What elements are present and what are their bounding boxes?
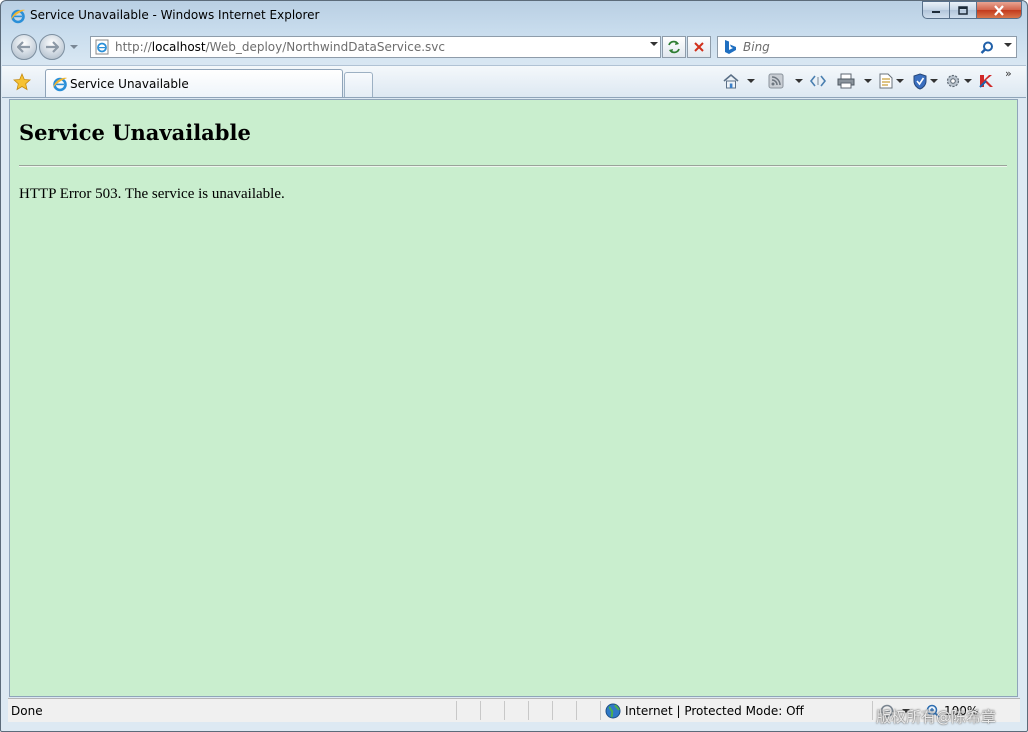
page-menu-button[interactable] (878, 72, 904, 90)
close-button[interactable] (976, 1, 1022, 19)
close-icon (994, 4, 1004, 16)
feeds-button[interactable] (768, 72, 803, 90)
page-icon (94, 39, 110, 55)
bing-logo-icon (722, 39, 738, 55)
ie-page-icon (52, 76, 68, 92)
search-button[interactable] (980, 40, 994, 59)
status-divider (528, 701, 529, 720)
print-icon (837, 73, 855, 89)
page-title: Service Unavailable (19, 120, 251, 145)
home-icon (723, 73, 739, 89)
chevron-down-icon (795, 79, 803, 83)
maximize-button[interactable] (949, 1, 976, 19)
tab-bar: Service Unavailable » (2, 65, 1026, 98)
back-button[interactable] (11, 34, 37, 60)
web-slice-icon (809, 75, 827, 87)
maximize-icon (958, 5, 968, 15)
url-host: localhost (151, 40, 206, 54)
forward-button[interactable] (39, 34, 65, 60)
chevron-down-icon (896, 79, 904, 83)
tools-menu-button[interactable] (944, 72, 972, 90)
browser-window: Service Unavailable - Windows Internet E… (0, 0, 1028, 732)
favorites-star-icon (13, 72, 31, 91)
recent-pages-button[interactable] (69, 42, 79, 52)
error-message: HTTP Error 503. The service is unavailab… (19, 186, 285, 202)
minimize-icon (932, 11, 940, 13)
web-slice-button[interactable] (809, 72, 827, 90)
chevron-down-icon (1004, 43, 1012, 47)
status-text: Done (11, 704, 43, 718)
page-content: Service Unavailable HTTP Error 503. The … (9, 99, 1018, 697)
stop-button[interactable] (687, 36, 711, 58)
home-button[interactable] (722, 72, 755, 90)
status-bar: Done Internet | Protected Mode: Off 100% (8, 698, 1020, 722)
status-divider (872, 701, 873, 720)
ie-logo-icon (10, 8, 26, 24)
print-button[interactable] (837, 72, 872, 90)
window-title: Service Unavailable - Windows Internet E… (30, 8, 320, 22)
page-icon (879, 73, 893, 89)
navigation-bar: http://localhost/Web_deploy/NorthwindDat… (1, 32, 1027, 64)
status-divider (504, 701, 505, 720)
status-divider (600, 701, 601, 720)
chevron-down-icon (650, 42, 658, 46)
search-icon (980, 41, 993, 54)
tab-service-unavailable[interactable]: Service Unavailable (45, 69, 343, 97)
safety-shield-icon (913, 72, 927, 90)
title-bar[interactable]: Service Unavailable - Windows Internet E… (1, 1, 1027, 31)
horizontal-rule (19, 165, 1007, 167)
more-commands-icon[interactable]: » (1005, 67, 1012, 80)
status-divider (456, 701, 457, 720)
search-input[interactable]: Bing (743, 40, 770, 54)
search-options-button[interactable] (1004, 43, 1012, 47)
window-controls (922, 1, 1022, 20)
minimize-button[interactable] (922, 1, 949, 19)
status-divider (576, 701, 577, 720)
internet-globe-icon (605, 703, 621, 719)
chevron-down-icon (70, 45, 78, 49)
url-path: /Web_deploy/NorthwindDataService.svc (205, 40, 445, 54)
address-url: http://localhost/Web_deploy/NorthwindDat… (115, 40, 445, 54)
chevron-down-icon (930, 79, 938, 83)
chevron-down-icon (964, 79, 972, 83)
tab-label: Service Unavailable (70, 77, 189, 91)
stop-icon (694, 42, 704, 52)
chevron-down-icon (747, 79, 755, 83)
refresh-button[interactable] (662, 36, 686, 58)
status-divider (480, 701, 481, 720)
back-arrow-icon (17, 41, 30, 53)
refresh-icon (668, 40, 680, 54)
safety-menu-button[interactable] (912, 72, 938, 90)
research-button[interactable] (978, 72, 994, 90)
status-divider (552, 701, 553, 720)
copyright-watermark: 版权所有@陈希章 (876, 708, 997, 726)
new-tab-button[interactable] (344, 72, 373, 97)
gear-icon (946, 74, 960, 88)
security-zone-text[interactable]: Internet | Protected Mode: Off (625, 704, 804, 718)
rss-feed-icon (768, 73, 784, 89)
address-dropdown-button[interactable] (650, 42, 658, 46)
forward-arrow-icon (46, 41, 59, 53)
url-scheme: http:// (115, 40, 152, 54)
research-icon (979, 75, 993, 88)
address-bar[interactable]: http://localhost/Web_deploy/NorthwindDat… (90, 36, 661, 58)
favorites-button[interactable] (13, 72, 31, 91)
search-box[interactable]: Bing (717, 36, 1017, 58)
chevron-down-icon (864, 79, 872, 83)
